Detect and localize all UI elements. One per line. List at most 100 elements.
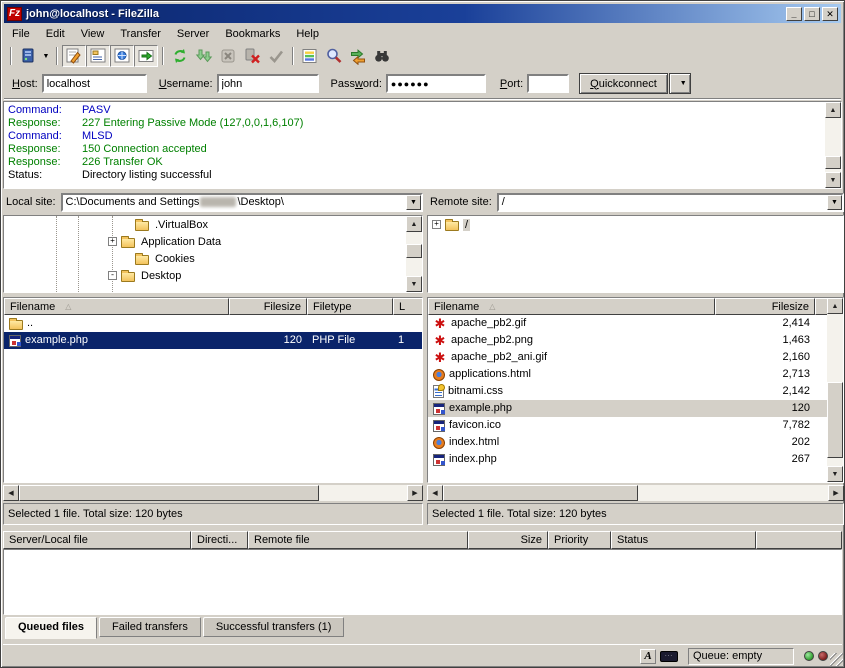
combo-dropdown-icon[interactable]: ▼ [827,195,842,210]
file-row[interactable]: ✱apache_pb2.gif 2,414 [428,315,827,332]
column-header-size[interactable]: Size [468,531,548,549]
username-input[interactable] [217,74,319,93]
port-input[interactable] [527,74,569,93]
scroll-down-icon[interactable]: ▼ [827,466,843,482]
toggle-remote-tree-icon[interactable] [110,45,134,67]
remote-list-scrollbar[interactable]: ▲ ▼ [827,298,843,482]
filter-icon[interactable] [298,45,322,67]
menu-bookmarks[interactable]: Bookmarks [217,26,288,42]
scroll-right-icon[interactable]: ▶ [407,485,423,501]
remote-file-list[interactable]: Filename△ Filesize ✱apache_pb2.gif 2,414… [427,297,844,483]
file-row-example-php[interactable]: example.php 120 PHP File 1 [4,332,422,349]
message-log[interactable]: Command:PASV Response:227 Entering Passi… [3,101,842,189]
local-tree-scrollbar[interactable]: ▲ ▼ [406,216,422,292]
column-header-filesize[interactable]: Filesize [715,298,815,315]
tab-failed-transfers[interactable]: Failed transfers [99,617,201,637]
resize-grip[interactable] [830,653,843,666]
local-site-combo[interactable]: C:\Documents and Settings\Desktop\ ▼ [61,193,423,212]
scroll-up-icon[interactable]: ▲ [827,298,843,314]
file-row[interactable]: ✱apache_pb2.png 1,463 [428,332,827,349]
collapse-icon[interactable]: - [108,271,117,280]
tree-item-root[interactable]: + / [428,216,843,233]
disconnect-icon[interactable] [240,45,264,67]
file-row-selected[interactable]: example.php 120 [428,400,827,417]
scroll-down-icon[interactable]: ▼ [406,276,422,292]
toggle-local-tree-icon[interactable] [86,45,110,67]
file-row[interactable]: applications.html 2,713 [428,366,827,383]
menu-edit[interactable]: Edit [38,26,73,42]
local-tree[interactable]: .VirtualBox +Application Data Cookies -D… [3,215,423,293]
scroll-thumb[interactable] [443,485,638,501]
site-manager-icon[interactable] [16,45,40,67]
column-header-remote-file[interactable]: Remote file [248,531,468,549]
maximize-button[interactable]: □ [804,7,820,21]
host-input[interactable] [42,74,147,93]
expand-icon[interactable]: + [432,220,441,229]
reconnect-icon[interactable] [264,45,288,67]
scroll-left-icon[interactable]: ◀ [427,485,443,501]
scroll-thumb[interactable] [406,244,422,258]
find-files-icon[interactable] [370,45,394,67]
scroll-up-icon[interactable]: ▲ [406,216,422,232]
remote-site-combo[interactable]: / ▼ [497,193,844,212]
scroll-right-icon[interactable]: ▶ [828,485,844,501]
scroll-down-icon[interactable]: ▼ [825,172,841,188]
file-row[interactable]: index.html 202 [428,434,827,451]
local-file-list[interactable]: Filename△ Filesize Filetype L .. example… [3,297,423,483]
site-manager-dropdown-icon[interactable]: ▼ [40,45,52,67]
column-header-filename[interactable]: Filename△ [428,298,715,315]
scroll-thumb[interactable] [825,156,841,169]
scroll-thumb[interactable] [19,485,319,501]
column-header-filesize[interactable]: Filesize [229,298,307,315]
column-header-server-local-file[interactable]: Server/Local file [3,531,191,549]
column-header-filetype[interactable]: Filetype [307,298,393,315]
toggle-transfer-queue-icon[interactable] [134,45,158,67]
close-button[interactable]: ✕ [822,7,838,21]
local-list-hscrollbar[interactable]: ◀ ▶ [3,485,423,501]
tree-item-virtualbox[interactable]: .VirtualBox [4,216,406,233]
menu-file[interactable]: File [4,26,38,42]
menu-server[interactable]: Server [169,26,217,42]
file-row[interactable]: bitnami.css 2,142 [428,383,827,400]
remote-tree[interactable]: + / [427,215,844,293]
remote-site-label: Remote site: [427,196,497,208]
process-queue-icon[interactable] [192,45,216,67]
cancel-operation-icon[interactable] [216,45,240,67]
scroll-up-icon[interactable]: ▲ [825,102,841,118]
column-header-direction[interactable]: Directi... [191,531,248,549]
queue-list[interactable] [3,549,842,615]
ascii-datatype-icon[interactable]: A [640,649,656,664]
column-header-priority[interactable]: Priority [548,531,611,549]
file-row[interactable]: ✱apache_pb2_ani.gif 2,160 [428,349,827,366]
directory-comparison-icon[interactable] [322,45,346,67]
tree-item-desktop[interactable]: -Desktop [4,267,406,284]
menu-transfer[interactable]: Transfer [112,26,169,42]
password-input[interactable] [386,74,486,93]
file-row[interactable]: index.php 267 [428,451,827,468]
refresh-icon[interactable] [168,45,192,67]
expand-icon[interactable]: + [108,237,117,246]
indicator-badge-icon[interactable]: ··· [660,651,678,662]
column-header-filename[interactable]: Filename△ [4,298,229,315]
tree-item-application-data[interactable]: +Application Data [4,233,406,250]
minimize-button[interactable]: _ [786,7,802,21]
toggle-message-log-icon[interactable] [62,45,86,67]
combo-dropdown-icon[interactable]: ▼ [406,195,421,210]
tab-successful-transfers[interactable]: Successful transfers (1) [203,617,345,637]
file-row[interactable]: favicon.ico 7,782 [428,417,827,434]
scroll-left-icon[interactable]: ◀ [3,485,19,501]
scroll-thumb[interactable] [827,382,843,458]
column-header-lastmodified[interactable]: L [393,298,423,315]
quickconnect-dropdown-icon[interactable]: ▼ [669,73,691,94]
column-header-status[interactable]: Status [611,531,756,549]
file-row-parent[interactable]: .. [4,315,422,332]
menu-view[interactable]: View [73,26,113,42]
menu-help[interactable]: Help [288,26,327,42]
tree-item-cookies[interactable]: Cookies [4,250,406,267]
quickconnect-button[interactable]: Quickconnect [579,73,668,94]
tab-queued-files[interactable]: Queued files [5,617,97,639]
title-bar[interactable]: Fz john@localhost - FileZilla _ □ ✕ [4,4,841,23]
log-scrollbar[interactable]: ▲ ▼ [825,102,841,188]
synchronized-browsing-icon[interactable] [346,45,370,67]
remote-list-hscrollbar[interactable]: ◀ ▶ [427,485,844,501]
